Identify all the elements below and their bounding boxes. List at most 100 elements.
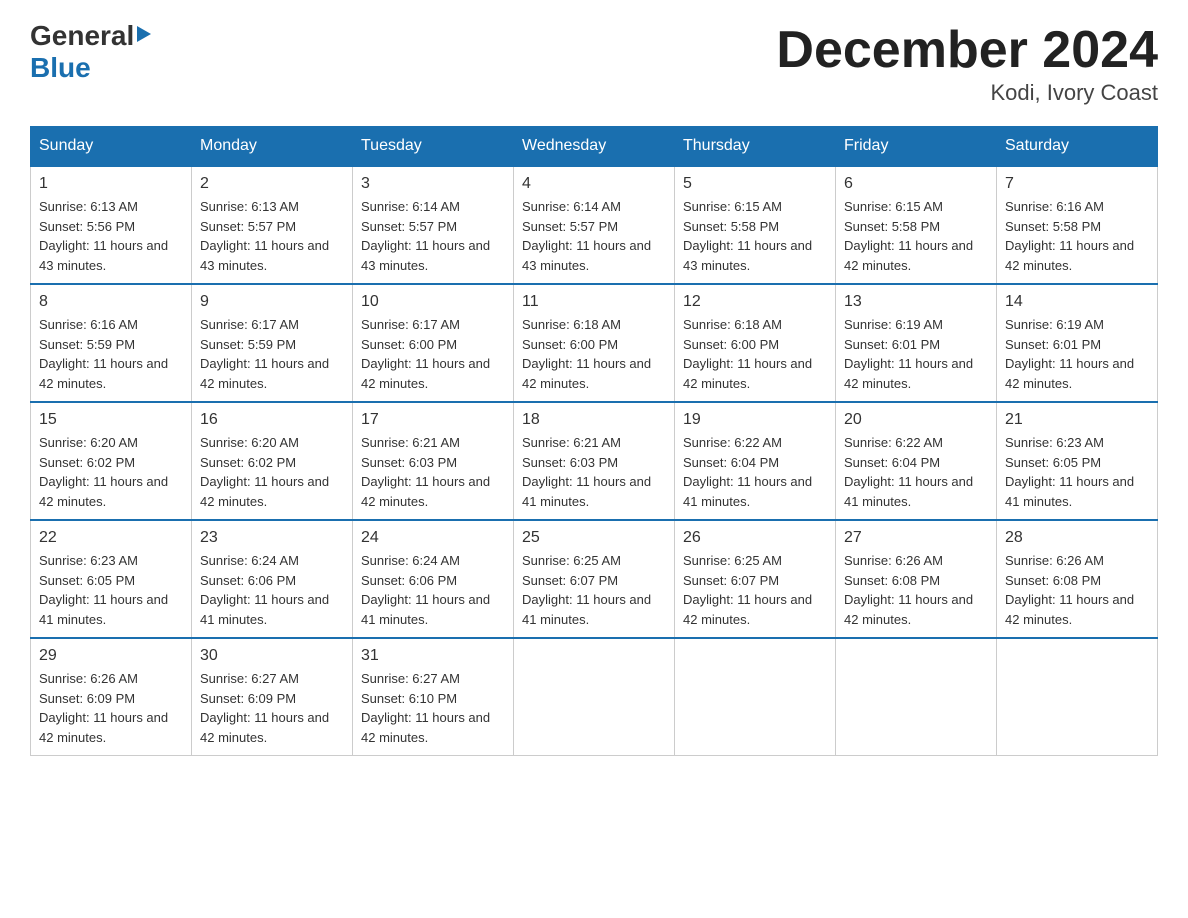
day-info: Sunrise: 6:14 AMSunset: 5:57 PMDaylight:… xyxy=(522,197,666,275)
day-number: 19 xyxy=(683,411,827,429)
calendar-cell: 8 Sunrise: 6:16 AMSunset: 5:59 PMDaylight… xyxy=(31,284,192,402)
calendar-cell: 26 Sunrise: 6:25 AMSunset: 6:07 PMDayligh… xyxy=(675,520,836,638)
calendar-cell: 31 Sunrise: 6:27 AMSunset: 6:10 PMDayligh… xyxy=(353,638,514,756)
day-info: Sunrise: 6:27 AMSunset: 6:10 PMDaylight:… xyxy=(361,669,505,747)
calendar-week-3: 15 Sunrise: 6:20 AMSunset: 6:02 PMDayligh… xyxy=(31,402,1158,520)
day-info: Sunrise: 6:20 AMSunset: 6:02 PMDaylight:… xyxy=(200,433,344,511)
day-number: 6 xyxy=(844,175,988,193)
day-info: Sunrise: 6:20 AMSunset: 6:02 PMDaylight:… xyxy=(39,433,183,511)
calendar-cell: 13Sunrise: 6:19 AMSunset: 6:01 PMDayligh… xyxy=(836,284,997,402)
calendar-cell: 4 Sunrise: 6:14 AMSunset: 5:57 PMDaylight… xyxy=(514,166,675,284)
title-block: December 2024 Kodi, Ivory Coast xyxy=(776,20,1158,106)
day-number: 26 xyxy=(683,529,827,547)
day-info: Sunrise: 6:23 AMSunset: 6:05 PMDaylight:… xyxy=(39,551,183,629)
logo: General Blue xyxy=(30,20,151,84)
day-number: 8 xyxy=(39,293,183,311)
day-info: Sunrise: 6:19 AMSunset: 6:01 PMDaylight:… xyxy=(1005,315,1149,393)
day-number: 9 xyxy=(200,293,344,311)
calendar-cell: 29Sunrise: 6:26 AMSunset: 6:09 PMDayligh… xyxy=(31,638,192,756)
calendar-header-row: SundayMondayTuesdayWednesdayThursdayFrid… xyxy=(31,127,1158,167)
day-number: 29 xyxy=(39,647,183,665)
calendar-cell: 12Sunrise: 6:18 AMSunset: 6:00 PMDayligh… xyxy=(675,284,836,402)
day-info: Sunrise: 6:18 AMSunset: 6:00 PMDaylight:… xyxy=(683,315,827,393)
calendar-cell: 3 Sunrise: 6:14 AMSunset: 5:57 PMDaylight… xyxy=(353,166,514,284)
day-info: Sunrise: 6:18 AMSunset: 6:00 PMDaylight:… xyxy=(522,315,666,393)
day-number: 21 xyxy=(1005,411,1149,429)
header-friday: Friday xyxy=(836,127,997,167)
day-number: 7 xyxy=(1005,175,1149,193)
calendar-table: SundayMondayTuesdayWednesdayThursdayFrid… xyxy=(30,126,1158,756)
day-info: Sunrise: 6:16 AMSunset: 5:58 PMDaylight:… xyxy=(1005,197,1149,275)
day-info: Sunrise: 6:15 AMSunset: 5:58 PMDaylight:… xyxy=(683,197,827,275)
day-number: 5 xyxy=(683,175,827,193)
calendar-cell xyxy=(836,638,997,756)
day-info: Sunrise: 6:27 AMSunset: 6:09 PMDaylight:… xyxy=(200,669,344,747)
header-thursday: Thursday xyxy=(675,127,836,167)
calendar-week-4: 22 Sunrise: 6:23 AMSunset: 6:05 PMDayligh… xyxy=(31,520,1158,638)
day-number: 2 xyxy=(200,175,344,193)
day-number: 25 xyxy=(522,529,666,547)
calendar-cell: 9 Sunrise: 6:17 AMSunset: 5:59 PMDaylight… xyxy=(192,284,353,402)
calendar-cell: 21 Sunrise: 6:23 AMSunset: 6:05 PMDayligh… xyxy=(997,402,1158,520)
day-number: 27 xyxy=(844,529,988,547)
day-number: 10 xyxy=(361,293,505,311)
day-info: Sunrise: 6:16 AMSunset: 5:59 PMDaylight:… xyxy=(39,315,183,393)
page-header: General Blue December 2024 Kodi, Ivory C… xyxy=(30,20,1158,106)
calendar-cell: 7 Sunrise: 6:16 AMSunset: 5:58 PMDaylight… xyxy=(997,166,1158,284)
day-info: Sunrise: 6:26 AMSunset: 6:08 PMDaylight:… xyxy=(1005,551,1149,629)
logo-arrow-icon xyxy=(137,26,151,42)
day-number: 11 xyxy=(522,293,666,311)
calendar-cell: 28Sunrise: 6:26 AMSunset: 6:08 PMDayligh… xyxy=(997,520,1158,638)
day-number: 15 xyxy=(39,411,183,429)
calendar-week-5: 29Sunrise: 6:26 AMSunset: 6:09 PMDayligh… xyxy=(31,638,1158,756)
calendar-cell: 1 Sunrise: 6:13 AMSunset: 5:56 PMDaylight… xyxy=(31,166,192,284)
day-info: Sunrise: 6:15 AMSunset: 5:58 PMDaylight:… xyxy=(844,197,988,275)
day-info: Sunrise: 6:17 AMSunset: 5:59 PMDaylight:… xyxy=(200,315,344,393)
calendar-cell: 14Sunrise: 6:19 AMSunset: 6:01 PMDayligh… xyxy=(997,284,1158,402)
day-info: Sunrise: 6:13 AMSunset: 5:56 PMDaylight:… xyxy=(39,197,183,275)
day-info: Sunrise: 6:21 AMSunset: 6:03 PMDaylight:… xyxy=(522,433,666,511)
day-info: Sunrise: 6:14 AMSunset: 5:57 PMDaylight:… xyxy=(361,197,505,275)
day-number: 17 xyxy=(361,411,505,429)
day-info: Sunrise: 6:21 AMSunset: 6:03 PMDaylight:… xyxy=(361,433,505,511)
calendar-cell: 18 Sunrise: 6:21 AMSunset: 6:03 PMDayligh… xyxy=(514,402,675,520)
day-info: Sunrise: 6:22 AMSunset: 6:04 PMDaylight:… xyxy=(683,433,827,511)
day-info: Sunrise: 6:25 AMSunset: 6:07 PMDaylight:… xyxy=(683,551,827,629)
calendar-cell: 30 Sunrise: 6:27 AMSunset: 6:09 PMDayligh… xyxy=(192,638,353,756)
day-number: 31 xyxy=(361,647,505,665)
day-info: Sunrise: 6:13 AMSunset: 5:57 PMDaylight:… xyxy=(200,197,344,275)
day-info: Sunrise: 6:24 AMSunset: 6:06 PMDaylight:… xyxy=(200,551,344,629)
calendar-cell: 6 Sunrise: 6:15 AMSunset: 5:58 PMDaylight… xyxy=(836,166,997,284)
header-wednesday: Wednesday xyxy=(514,127,675,167)
calendar-cell: 17 Sunrise: 6:21 AMSunset: 6:03 PMDayligh… xyxy=(353,402,514,520)
day-info: Sunrise: 6:17 AMSunset: 6:00 PMDaylight:… xyxy=(361,315,505,393)
calendar-cell xyxy=(997,638,1158,756)
calendar-cell xyxy=(675,638,836,756)
day-number: 23 xyxy=(200,529,344,547)
calendar-cell: 27 Sunrise: 6:26 AMSunset: 6:08 PMDayligh… xyxy=(836,520,997,638)
header-tuesday: Tuesday xyxy=(353,127,514,167)
day-info: Sunrise: 6:26 AMSunset: 6:08 PMDaylight:… xyxy=(844,551,988,629)
day-info: Sunrise: 6:23 AMSunset: 6:05 PMDaylight:… xyxy=(1005,433,1149,511)
calendar-cell: 22 Sunrise: 6:23 AMSunset: 6:05 PMDayligh… xyxy=(31,520,192,638)
day-number: 18 xyxy=(522,411,666,429)
day-info: Sunrise: 6:19 AMSunset: 6:01 PMDaylight:… xyxy=(844,315,988,393)
calendar-cell: 15 Sunrise: 6:20 AMSunset: 6:02 PMDayligh… xyxy=(31,402,192,520)
day-number: 4 xyxy=(522,175,666,193)
day-number: 3 xyxy=(361,175,505,193)
calendar-cell: 23 Sunrise: 6:24 AMSunset: 6:06 PMDayligh… xyxy=(192,520,353,638)
day-number: 1 xyxy=(39,175,183,193)
page-subtitle: Kodi, Ivory Coast xyxy=(776,80,1158,106)
calendar-cell: 24Sunrise: 6:24 AMSunset: 6:06 PMDayligh… xyxy=(353,520,514,638)
header-monday: Monday xyxy=(192,127,353,167)
calendar-cell: 25Sunrise: 6:25 AMSunset: 6:07 PMDayligh… xyxy=(514,520,675,638)
day-number: 22 xyxy=(39,529,183,547)
calendar-week-1: 1 Sunrise: 6:13 AMSunset: 5:56 PMDaylight… xyxy=(31,166,1158,284)
calendar-cell: 10 Sunrise: 6:17 AMSunset: 6:00 PMDayligh… xyxy=(353,284,514,402)
day-number: 30 xyxy=(200,647,344,665)
calendar-cell: 11 Sunrise: 6:18 AMSunset: 6:00 PMDayligh… xyxy=(514,284,675,402)
calendar-cell: 5 Sunrise: 6:15 AMSunset: 5:58 PMDaylight… xyxy=(675,166,836,284)
calendar-cell: 19 Sunrise: 6:22 AMSunset: 6:04 PMDayligh… xyxy=(675,402,836,520)
calendar-cell xyxy=(514,638,675,756)
logo-blue-text: Blue xyxy=(30,52,91,83)
